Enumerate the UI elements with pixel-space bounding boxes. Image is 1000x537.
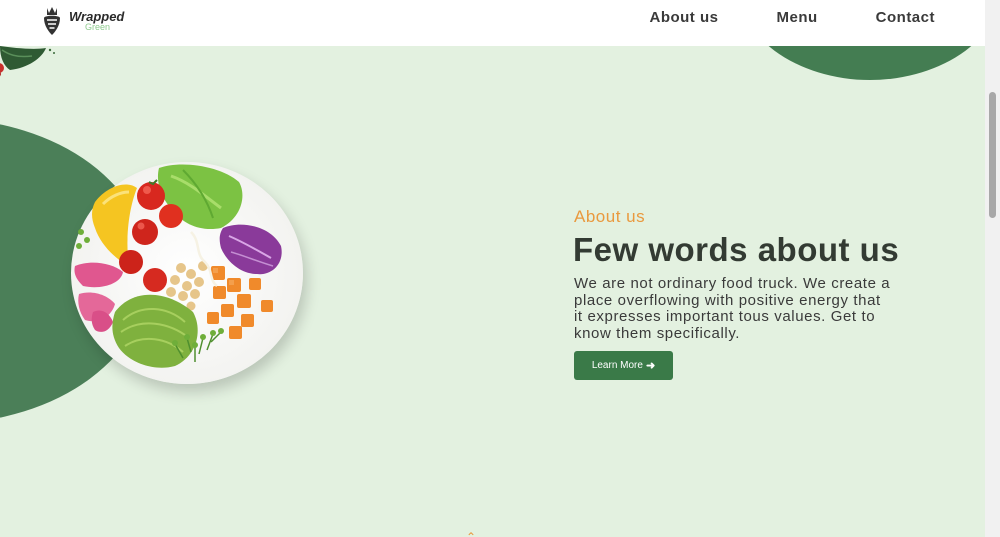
main-nav: About us Menu Contact <box>591 9 935 26</box>
nav-contact[interactable]: Contact <box>876 9 935 26</box>
section-description: We are not ordinary food truck. We creat… <box>574 275 891 342</box>
section-headline: Few words about us <box>573 231 900 268</box>
page-scrollbar[interactable] <box>985 0 1000 537</box>
logo-subtitle: Green <box>85 22 111 32</box>
nav-about-us[interactable]: About us <box>649 9 718 26</box>
learn-more-button[interactable]: Learn More ➜ <box>574 351 673 380</box>
corner-vegetable-decoration <box>0 46 55 77</box>
next-section-peek: ⌃ <box>466 530 477 537</box>
salad-bowl-image <box>71 162 303 384</box>
arrow-right-icon: ➜ <box>645 360 656 372</box>
site-header: Wrapped Green About us Menu Contact <box>0 0 985 46</box>
beet-logo-icon <box>44 7 60 35</box>
scrollbar-thumb[interactable] <box>989 92 996 218</box>
page: About us Few words about us We are not o… <box>0 0 985 537</box>
nav-menu[interactable]: Menu <box>776 9 817 26</box>
section-eyebrow: About us <box>574 207 646 226</box>
learn-more-label: Learn More <box>591 360 643 371</box>
site-logo[interactable]: Wrapped Green <box>40 6 124 36</box>
